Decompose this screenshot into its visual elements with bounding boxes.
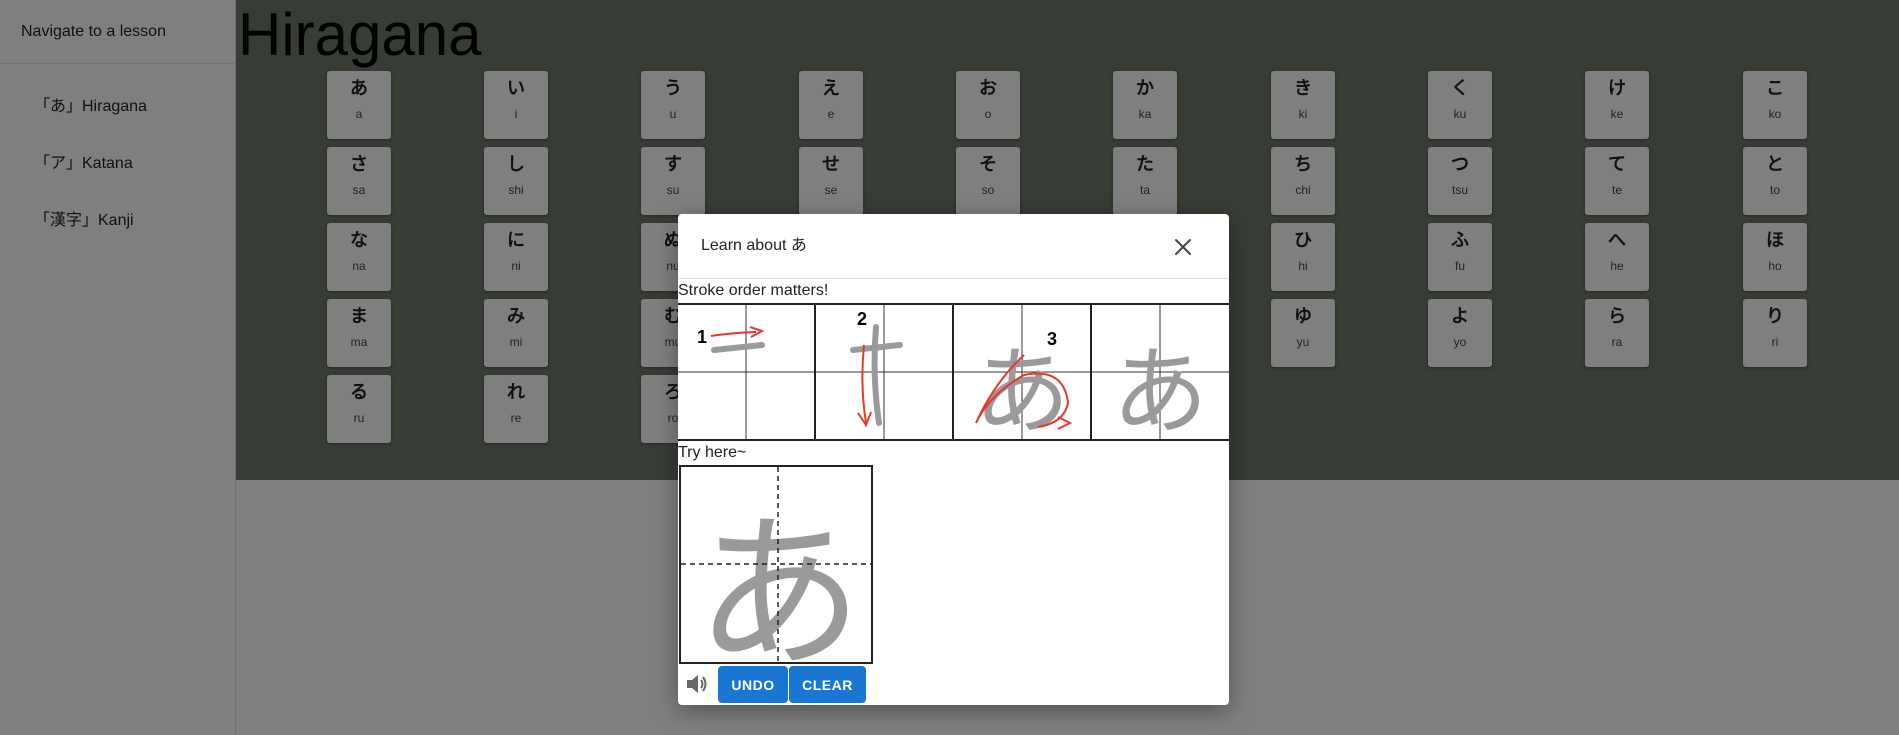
modal-header: Learn about あ	[678, 214, 1229, 279]
stroke-number-1: 1	[697, 327, 707, 347]
stroke-step-3: あ 3	[954, 305, 1091, 439]
stroke-complete-char: あ	[1112, 336, 1208, 439]
learn-modal: Learn about あ Stroke order matters! 1 2 …	[678, 214, 1229, 705]
try-here-label: Try here~	[678, 444, 747, 461]
stroke-step-3-char: あ	[974, 336, 1070, 439]
stroke-step-2: 2	[816, 305, 953, 439]
stroke-step-complete: あ	[1092, 305, 1229, 439]
practice-guide-char: あ	[695, 496, 863, 662]
modal-title: Learn about あ	[701, 237, 807, 254]
undo-button[interactable]: UNDO	[718, 666, 788, 703]
speaker-icon[interactable]	[684, 671, 710, 697]
stroke-number-3: 3	[1047, 329, 1057, 349]
close-icon[interactable]	[1171, 235, 1195, 259]
stroke-order-label: Stroke order matters!	[678, 282, 829, 299]
clear-button[interactable]: CLEAR	[789, 666, 866, 703]
stroke-number-2: 2	[857, 309, 867, 329]
stroke-order-diagram: 1 2 あ 3 あ	[678, 303, 1229, 441]
practice-canvas[interactable]: あ	[679, 465, 873, 692]
stroke-step-1: 1	[678, 305, 815, 439]
